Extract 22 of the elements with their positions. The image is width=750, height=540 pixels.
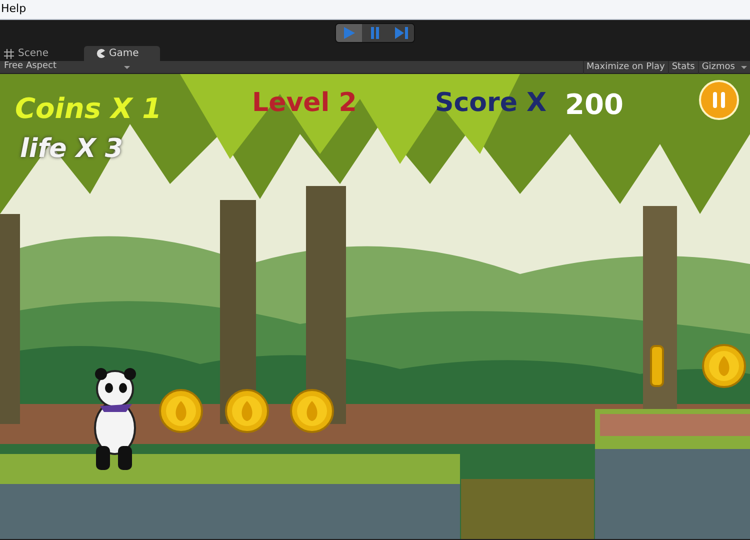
level-label: Level 2 <box>252 87 357 120</box>
aspect-dropdown[interactable]: Free Aspect <box>0 60 134 74</box>
view-tab[interactable]: Game <box>84 46 160 61</box>
game-controller-icon <box>96 49 105 58</box>
coins-counter: Coins X 1 <box>15 91 162 127</box>
pause-icon <box>370 27 380 39</box>
play-button[interactable] <box>336 24 362 42</box>
pause-icon <box>712 92 726 108</box>
view-tab[interactable]: Scene <box>2 46 78 61</box>
play-icon <box>343 27 355 39</box>
coin-icon <box>650 345 664 387</box>
score-value: 200 <box>565 87 624 123</box>
step-icon <box>394 27 408 39</box>
coin-icon <box>290 389 334 433</box>
coin-icon <box>702 344 746 388</box>
caret-icon <box>124 66 130 68</box>
coin-icon <box>159 389 203 433</box>
grid-icon <box>4 48 14 58</box>
menu-item[interactable]: Help <box>0 1 34 18</box>
caret-icon <box>741 66 747 68</box>
coin-icon <box>225 389 269 433</box>
score-label: Score X <box>435 87 547 120</box>
